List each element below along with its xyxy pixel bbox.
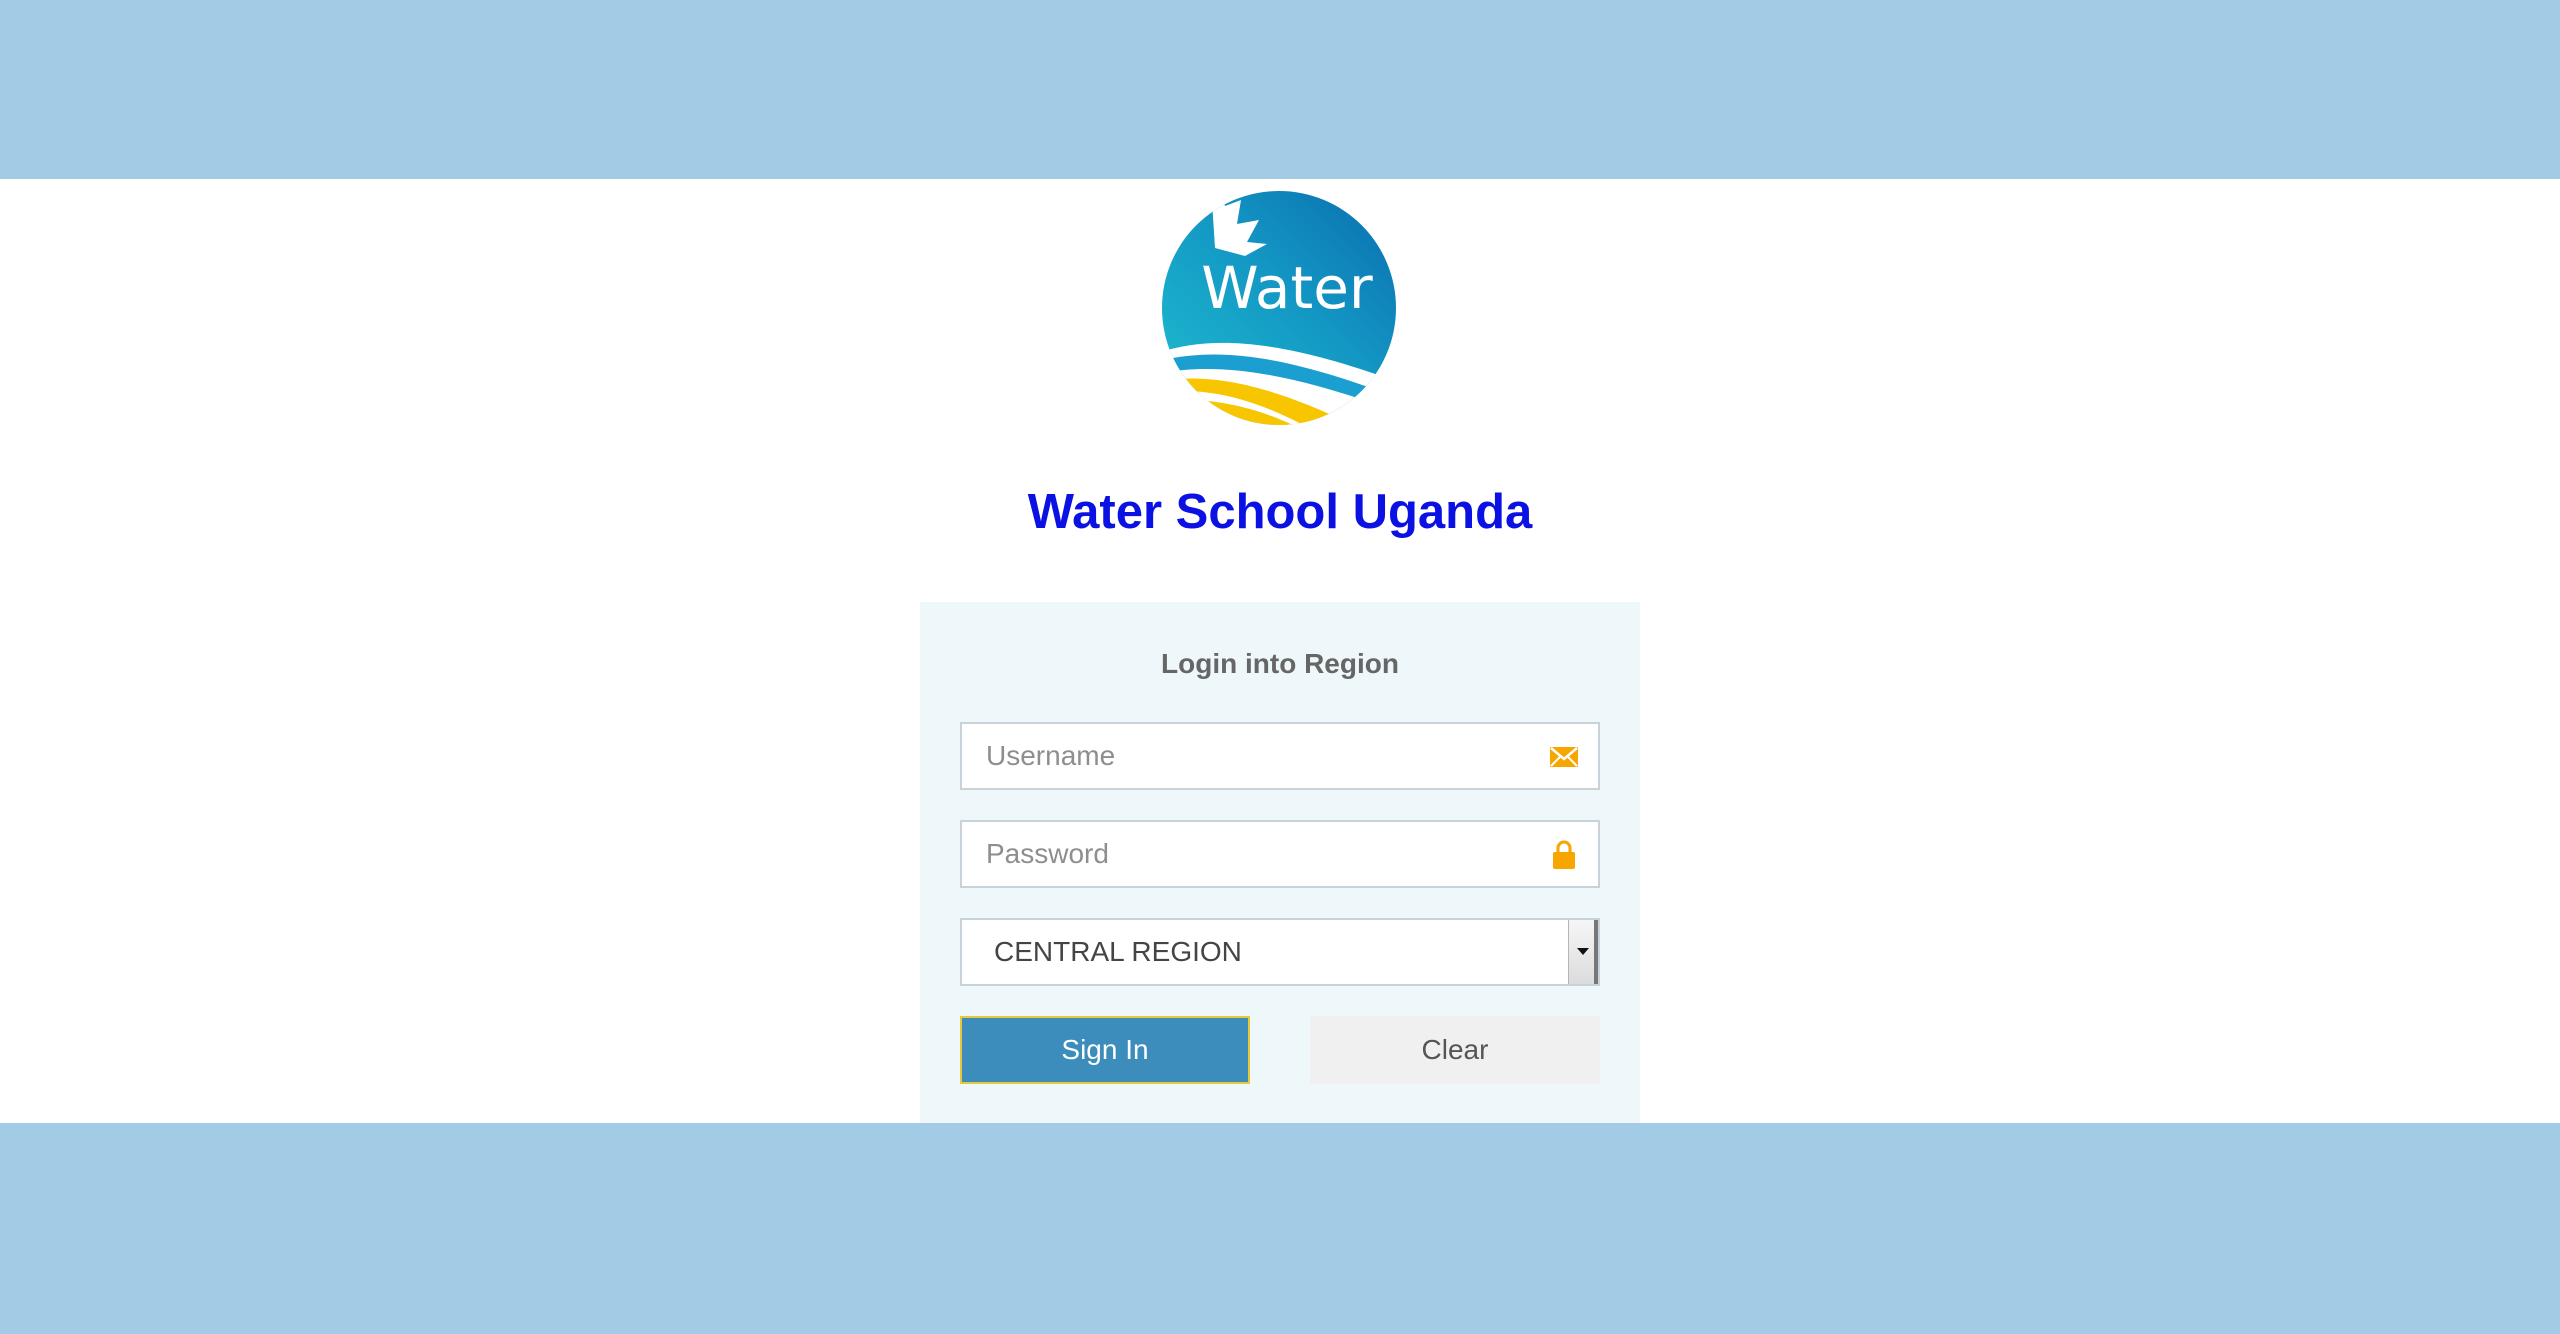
chevron-down-icon[interactable] <box>1568 920 1598 984</box>
region-select-value: CENTRAL REGION <box>994 936 1242 967</box>
login-heading: Login into Region <box>1161 648 1399 679</box>
footer-band <box>0 1123 2560 1334</box>
login-panel: Login into Region CENTRAL REGION Sign In… <box>920 602 1640 1123</box>
sign-in-button[interactable]: Sign In <box>960 1016 1250 1084</box>
envelope-icon <box>1550 747 1578 767</box>
clear-button[interactable]: Clear <box>1310 1016 1600 1084</box>
password-field <box>960 820 1600 888</box>
region-select[interactable]: CENTRAL REGION <box>960 918 1600 986</box>
page-title: Water School Uganda <box>1027 485 1533 539</box>
lock-icon <box>1553 840 1575 869</box>
password-input[interactable] <box>962 822 1522 886</box>
username-field <box>960 722 1600 790</box>
logo-text: Water <box>1201 254 1373 322</box>
water-logo: Water <box>1162 191 1396 425</box>
username-input[interactable] <box>962 724 1522 788</box>
header-band <box>0 0 2560 179</box>
